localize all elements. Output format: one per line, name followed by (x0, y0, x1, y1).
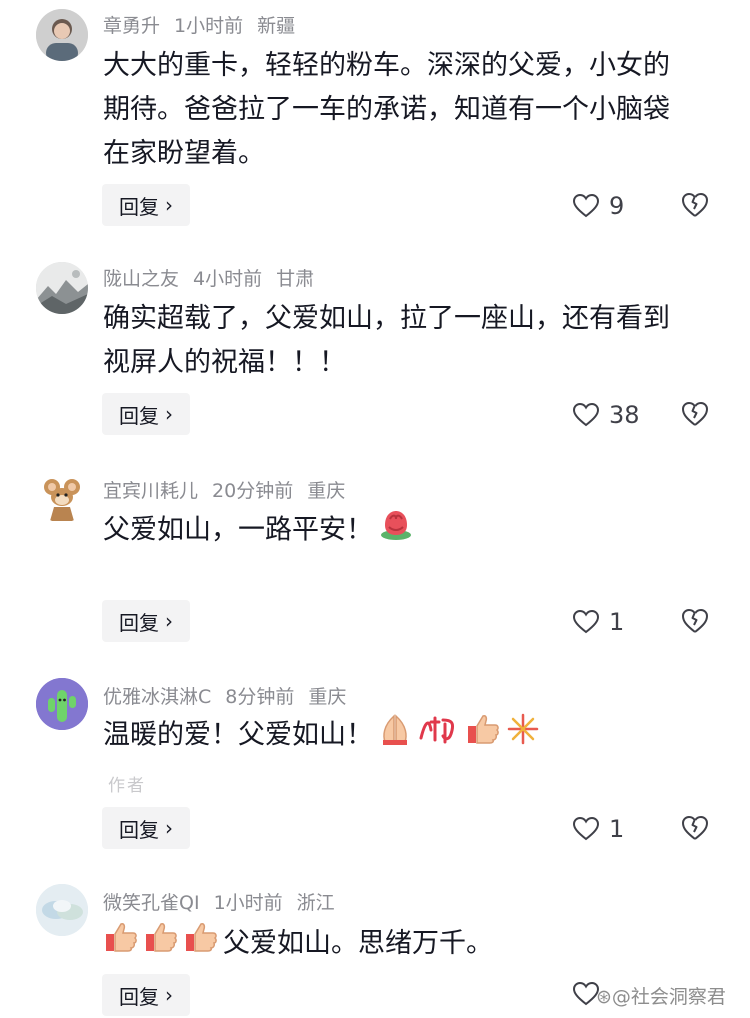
reply-label: 回复 (119, 817, 159, 842)
like-count: 9 (609, 192, 625, 220)
comment-meta: 陇山之友 4小时前 甘肃 (103, 264, 328, 291)
watermark: ⊛@社会洞察君 (596, 986, 726, 1008)
like-button[interactable]: 9 (573, 192, 624, 220)
broken-heart-icon (682, 402, 708, 426)
broken-heart-icon (682, 609, 708, 633)
like-button[interactable]: 38 (573, 401, 640, 429)
comment-text: 大大的重卡，轻轻的粉车。深深的父爱，小女的 期待。爸爸拉了一车的承诺，知道有一个… (103, 44, 728, 176)
author-tag: 作者 (108, 776, 146, 796)
comment-text: 父爱如山。思绪万千。 (103, 920, 728, 968)
avatar[interactable] (36, 884, 88, 936)
comment-time: 1小时前 (213, 892, 283, 914)
heart-icon (573, 610, 599, 634)
broken-heart-icon (682, 193, 708, 217)
comment-line: 大大的重卡，轻轻的粉车。深深的父爱，小女的 (103, 50, 670, 81)
dislike-button[interactable] (681, 608, 709, 638)
comment-line: 确实超载了，父爱如山，拉了一座山，还有看到 (103, 303, 670, 334)
reply-label: 回复 (119, 610, 159, 635)
geili-emoji (417, 712, 461, 760)
comment-text: 父爱如山，一路平安！ (103, 507, 728, 555)
comment-line: 在家盼望着。 (103, 138, 265, 169)
comment-location: 甘肃 (276, 268, 315, 290)
reply-button[interactable]: 回复 › (102, 974, 190, 1016)
avatar[interactable] (36, 678, 88, 730)
heart-icon (573, 817, 599, 841)
username[interactable]: 宜宾川耗儿 (103, 480, 198, 502)
chevron-right-icon: › (165, 609, 173, 633)
chevron-right-icon: › (165, 983, 173, 1007)
chevron-right-icon: › (165, 193, 173, 217)
avatar[interactable] (36, 471, 88, 523)
broken-heart-icon (682, 816, 708, 840)
comment-line: 期待。爸爸拉了一车的承诺，知道有一个小脑袋 (103, 94, 670, 125)
dislike-button[interactable] (681, 401, 709, 431)
chevron-right-icon: › (165, 816, 173, 840)
reply-button[interactable]: 回复 › (102, 807, 190, 849)
comment-meta: 微笑孔雀QI 1小时前 浙江 (103, 888, 349, 915)
pray-emoji (377, 712, 413, 760)
comment-time: 8分钟前 (225, 686, 295, 708)
comment-time: 20分钟前 (212, 480, 294, 502)
username[interactable]: 陇山之友 (103, 268, 179, 290)
avatar[interactable] (36, 262, 88, 314)
chevron-right-icon: › (165, 402, 173, 426)
comment-line: 视屏人的祝福！！！ (103, 347, 346, 378)
comment-meta: 宜宾川耗儿 20分钟前 重庆 (103, 476, 359, 503)
dislike-button[interactable] (681, 192, 709, 222)
username[interactable]: 微笑孔雀QI (103, 892, 200, 914)
comment-text: 温暖的爱！父爱如山！ (103, 712, 728, 760)
dislike-button[interactable] (681, 815, 709, 845)
comment-location: 浙江 (296, 892, 335, 914)
reply-button[interactable]: 回复 › (102, 393, 190, 435)
avatar[interactable] (36, 9, 88, 61)
thumbs-up-emoji (103, 920, 139, 968)
thumbs-up-emoji (465, 712, 501, 760)
comment-text: 确实超载了，父爱如山，拉了一座山，还有看到 视屏人的祝福！！！ (103, 297, 728, 385)
like-count: 38 (609, 401, 640, 429)
username[interactable]: 章勇升 (103, 15, 160, 37)
comment-line: 温暖的爱！父爱如山！ (103, 719, 373, 751)
like-count: 1 (609, 815, 625, 843)
like-button[interactable]: 1 (573, 608, 624, 636)
comment-line: 父爱如山。思绪万千。 (223, 927, 493, 959)
comment-meta: 章勇升 1小时前 新疆 (103, 11, 309, 38)
reply-label: 回复 (119, 194, 159, 219)
heart-icon (573, 403, 599, 427)
comment-location: 重庆 (307, 480, 346, 502)
comment-location: 新疆 (257, 15, 296, 37)
comment-meta: 优雅冰淇淋C 8分钟前 重庆 (103, 682, 360, 709)
reply-button[interactable]: 回复 › (102, 184, 190, 226)
rose-emoji (377, 507, 415, 555)
comment-time: 1小时前 (174, 15, 244, 37)
reply-label: 回复 (119, 403, 159, 428)
reply-label: 回复 (119, 984, 159, 1009)
like-count: 1 (609, 608, 625, 636)
heart-icon (573, 194, 599, 218)
comment-time: 4小时前 (193, 268, 263, 290)
comment-location: 重庆 (308, 686, 347, 708)
username[interactable]: 优雅冰淇淋C (103, 686, 211, 708)
thumbs-up-emoji (143, 920, 179, 968)
reply-button[interactable]: 回复 › (102, 600, 190, 642)
like-button[interactable]: 1 (573, 815, 624, 843)
fireworks-emoji (505, 712, 541, 760)
comment-line: 父爱如山，一路平安！ (103, 514, 373, 546)
thumbs-up-emoji (183, 920, 219, 968)
